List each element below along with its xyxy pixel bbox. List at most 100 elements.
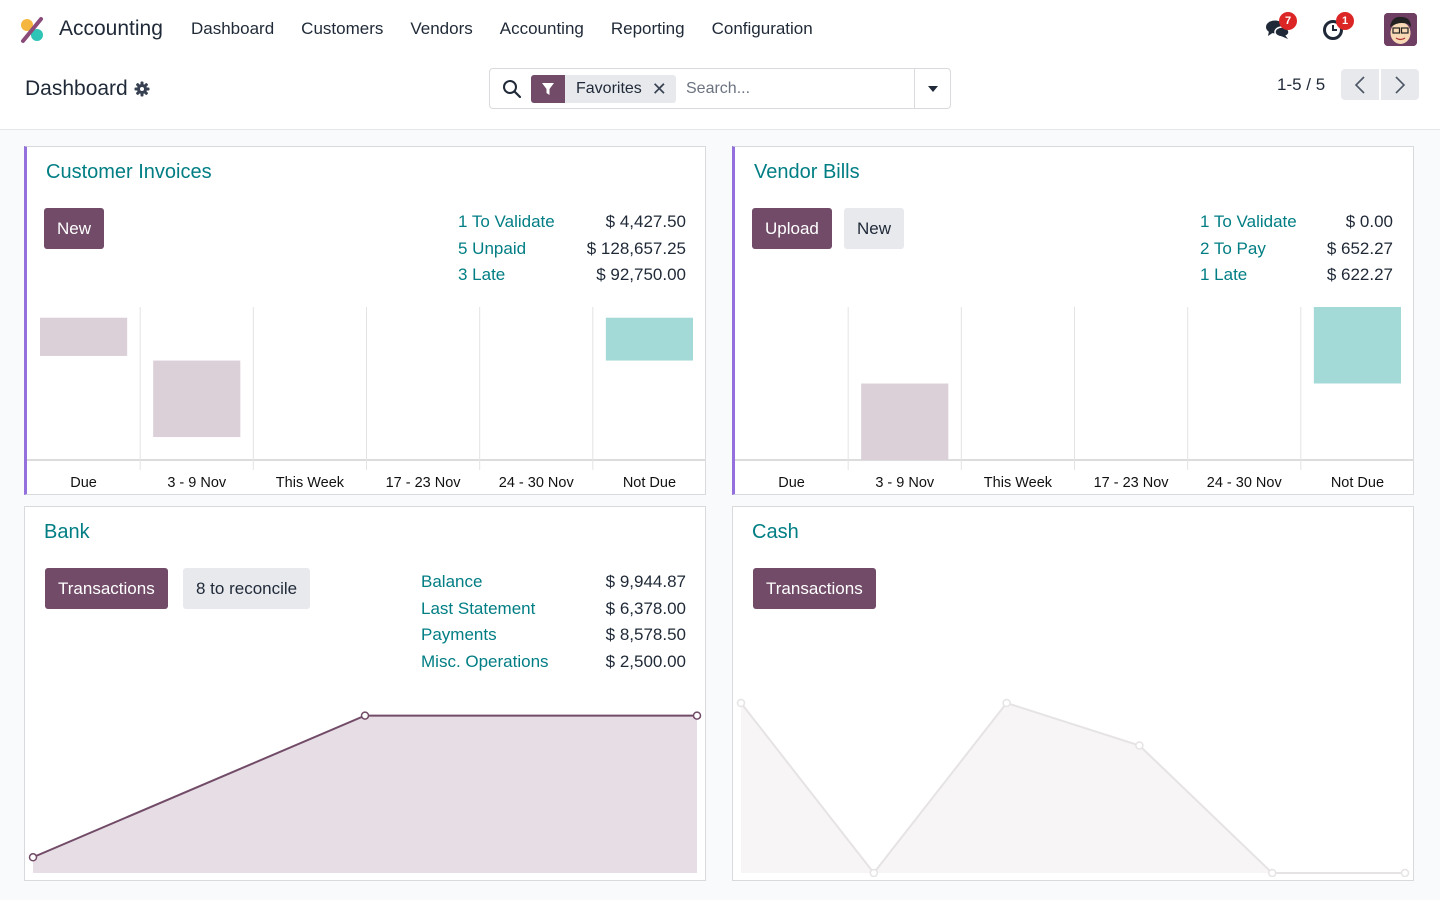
breadcrumb: Dashboard [25, 77, 150, 101]
top-navbar: Accounting Dashboard Customers Vendors A… [0, 0, 1440, 58]
bar-due[interactable] [40, 317, 128, 356]
filter-icon [531, 75, 565, 103]
data-point[interactable] [1002, 698, 1011, 708]
data-point[interactable] [1400, 868, 1410, 878]
stat-label[interactable]: 1 To Validate [1200, 209, 1297, 236]
bills-bar-chart: Due 3 - 9 Nov This Week 17 - 23 Nov 24 - 30 … [735, 307, 1414, 495]
menu-vendors[interactable]: Vendors [410, 19, 472, 39]
stat-label[interactable]: Payments [421, 622, 497, 649]
data-point[interactable] [1267, 868, 1277, 878]
stat-value: $ 2,500.00 [605, 651, 686, 671]
control-panel: Dashboard Favorites ✕ Search... 1-5 / 5 [0, 58, 1440, 130]
search-icon[interactable] [502, 79, 522, 99]
caret-down-icon [927, 85, 938, 92]
card-title[interactable]: Vendor Bills [754, 161, 860, 184]
data-point[interactable] [869, 868, 879, 878]
stat-label[interactable]: 2 To Pay [1200, 236, 1266, 263]
app-name[interactable]: Accounting [59, 17, 163, 41]
stat-label[interactable]: 3 Late [458, 262, 505, 289]
main-menu: Dashboard Customers Vendors Accounting R… [191, 19, 813, 39]
stat-value: $ 4,427.50 [605, 212, 686, 231]
x-tick-label: 24 - 30 Nov [499, 475, 575, 491]
stat-value: $ 622.27 [1326, 265, 1393, 284]
area-fill [741, 703, 1405, 873]
search-options-toggle[interactable] [914, 69, 950, 108]
bar-not-due[interactable] [605, 317, 693, 361]
messages-badge: 7 [1279, 12, 1297, 30]
cash-line-chart-svg [736, 698, 1410, 878]
cash-line-chart [733, 687, 1413, 882]
bank-card: Bank Transactions 8 to reconcile Balance… [24, 506, 706, 881]
x-tick-label: Due [70, 475, 97, 491]
stat-value: $ 0.00 [1345, 212, 1393, 231]
menu-reporting[interactable]: Reporting [611, 19, 685, 39]
bar-3-9-nov[interactable] [861, 383, 949, 461]
messages-button[interactable]: 7 [1265, 12, 1297, 42]
pager-value[interactable]: 1-5 / 5 [1277, 75, 1325, 95]
upload-bill-button[interactable]: Upload [752, 208, 832, 249]
stat-label[interactable]: 1 Late [1200, 262, 1247, 289]
x-tick-label: 3 - 9 Nov [875, 475, 935, 491]
data-point[interactable] [1135, 741, 1144, 750]
menu-customers[interactable]: Customers [301, 19, 383, 39]
stat-value: $ 92,750.00 [596, 265, 686, 284]
pager-previous-button[interactable] [1341, 69, 1379, 100]
card-title[interactable]: Customer Invoices [46, 161, 212, 184]
user-avatar[interactable] [1384, 13, 1417, 46]
activities-badge: 1 [1336, 12, 1354, 30]
stat-label[interactable]: Balance [421, 569, 482, 596]
x-tick-label: 17 - 23 Nov [1094, 475, 1170, 491]
vendor-bills-card: Vendor Bills Upload New 1 To Validate $ 0… [732, 146, 1414, 495]
new-bill-button[interactable]: New [844, 208, 905, 249]
cash-transactions-button[interactable]: Transactions [753, 568, 876, 609]
avatar-face-icon [1384, 13, 1417, 46]
accounting-logo-icon[interactable] [18, 16, 46, 44]
stat-value: $ 8,578.50 [605, 625, 686, 644]
cash-card: Cash Transactions [732, 506, 1414, 881]
bank-transactions-button[interactable]: Transactions [45, 568, 168, 609]
data-point[interactable] [692, 711, 702, 720]
gear-icon[interactable] [134, 81, 150, 97]
remove-facet-close-icon[interactable]: ✕ [652, 75, 676, 103]
bank-stats: Balance $ 9,944.87 Last Statement $ 6,378.… [421, 569, 686, 675]
data-point[interactable] [736, 698, 746, 708]
page-title: Dashboard [25, 77, 128, 100]
stat-label[interactable]: Misc. Operations [421, 649, 549, 676]
x-tick-label: This Week [276, 475, 345, 491]
menu-accounting[interactable]: Accounting [500, 19, 584, 39]
reconcile-button[interactable]: 8 to reconcile [183, 568, 311, 609]
data-point[interactable] [28, 853, 38, 862]
stat-value: $ 128,657.25 [586, 238, 686, 258]
bar-3-9-nov[interactable] [153, 360, 241, 438]
card-title[interactable]: Bank [44, 521, 90, 544]
x-tick-label: 17 - 23 Nov [386, 475, 462, 491]
facet-label: Favorites [576, 80, 642, 97]
search-facet: Favorites ✕ [531, 75, 676, 103]
x-tick-label: Not Due [1331, 475, 1384, 491]
area-fill [33, 715, 697, 873]
x-tick-label: 3 - 9 Nov [167, 475, 227, 491]
pager-next-button[interactable] [1381, 69, 1419, 100]
stat-value: $ 9,944.87 [605, 572, 686, 591]
menu-configuration[interactable]: Configuration [712, 19, 813, 39]
stat-value: $ 652.27 [1326, 238, 1393, 258]
chevron-right-icon [1395, 75, 1406, 94]
invoices-bar-chart: Due 3 - 9 Nov This Week 17 - 23 Nov 24 - 30 … [27, 307, 706, 495]
x-tick-label: Not Due [623, 475, 676, 491]
bank-line-chart-svg [28, 711, 702, 873]
bill-stats: 1 To Validate $ 0.00 2 To Pay $ 652.27 1 L… [1200, 209, 1393, 289]
activities-button[interactable]: 1 [1322, 12, 1354, 42]
bar-not-due[interactable] [1313, 307, 1401, 384]
invoices-bar-chart-svg: Due 3 - 9 Nov This Week 17 - 23 Nov 24 - 30 … [27, 307, 706, 491]
search-input[interactable] [686, 77, 911, 101]
data-point[interactable] [360, 711, 370, 720]
new-invoice-button[interactable]: New [44, 208, 105, 249]
stat-label[interactable]: 1 To Validate [458, 209, 555, 236]
menu-dashboard[interactable]: Dashboard [191, 19, 274, 39]
customer-invoices-card: Customer Invoices New 1 To Validate $ 4,4… [24, 146, 706, 495]
stat-label[interactable]: 5 Unpaid [458, 236, 526, 263]
stat-value: $ 6,378.00 [605, 598, 686, 618]
bank-line-chart [25, 687, 705, 882]
stat-label[interactable]: Last Statement [421, 596, 535, 623]
card-title[interactable]: Cash [752, 521, 799, 544]
